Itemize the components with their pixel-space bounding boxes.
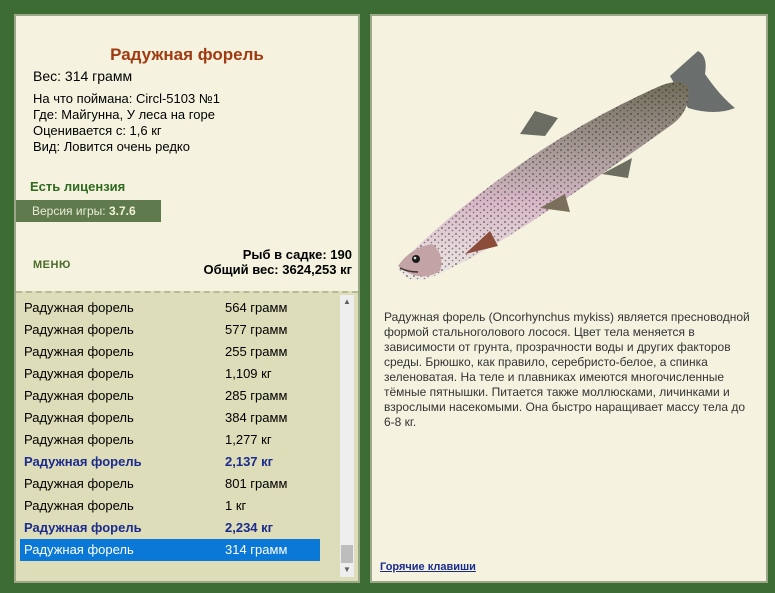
list-item[interactable]: Радужная форель 564 грамм (20, 297, 320, 319)
scroll-thumb[interactable] (341, 545, 353, 563)
list-item-weight: 1,277 кг (225, 432, 272, 447)
list-item-name: Радужная форель (24, 498, 134, 513)
list-item-name: Радужная форель (24, 476, 134, 491)
list-item-weight: 2,137 кг (225, 454, 274, 469)
list-item-weight: 801 грамм (225, 476, 288, 491)
list-item-weight: 564 грамм (225, 300, 288, 315)
total-weight: Общий вес: 3624,253 кг (203, 262, 352, 277)
list-item[interactable]: Радужная форель 2,234 кг (20, 517, 320, 539)
list-item-name: Радужная форель (24, 454, 142, 469)
hotkeys-link[interactable]: Горячие клавиши (380, 561, 476, 573)
list-item-weight: 577 грамм (225, 322, 288, 337)
fish-weight: Вес: 314 грамм (33, 68, 133, 84)
version-label: Версия игры: (32, 204, 106, 218)
fish-image (372, 16, 766, 299)
list-item-name: Радужная форель (24, 432, 134, 447)
list-item[interactable]: Радужная форель 384 грамм (20, 407, 320, 429)
list-item-weight: 384 грамм (225, 410, 288, 425)
list-item[interactable]: Радужная форель 285 грамм (20, 385, 320, 407)
version-number: 3.7.6 (108, 204, 136, 218)
fish-details-panel: Радужная форель (Oncorhynchus mykiss) яв… (370, 14, 768, 583)
list-item[interactable]: Радужная форель 2,137 кг (20, 451, 320, 473)
scroll-down-icon[interactable]: ▼ (340, 563, 354, 577)
caught-on: На что поймана: Circl-5103 №1 (33, 91, 221, 106)
list-item[interactable]: Радужная форель 801 грамм (20, 473, 320, 495)
list-item-weight: 2,234 кг (225, 520, 274, 535)
list-item-name: Радужная форель (24, 542, 134, 557)
license-status: Есть лицензия (30, 179, 126, 194)
list-item-name: Радужная форель (24, 410, 134, 425)
list-item-name: Радужная форель (24, 322, 134, 337)
list-item-name: Радужная форель (24, 366, 134, 381)
list-item[interactable]: Радужная форель 1,277 кг (20, 429, 320, 451)
list-item-weight: 255 грамм (225, 344, 288, 359)
list-item[interactable]: Радужная форель 577 грамм (20, 319, 320, 341)
rainbow-trout-icon (398, 51, 735, 281)
list-scrollbar[interactable]: ▲ ▼ (340, 295, 354, 577)
fish-count: Рыб в садке: 190 (242, 247, 352, 262)
list-item[interactable]: Радужная форель 255 грамм (20, 341, 320, 363)
fish-description: Радужная форель (Oncorhynchus mykiss) яв… (384, 310, 750, 429)
list-item-weight: 1 кг (225, 498, 247, 513)
catch-list[interactable]: Радужная форель 564 грамм Радужная форель 5… (16, 291, 358, 581)
catch-location: Где: Майгунна, У леса на горе (33, 107, 215, 122)
menu-button[interactable]: МЕНЮ (33, 259, 71, 271)
list-item-weight: 314 грамм (225, 542, 288, 557)
list-item-weight: 285 грамм (225, 388, 288, 403)
fish-value: Оценивается с: 1,6 кг (33, 123, 162, 138)
list-item[interactable]: Радужная форель 1,109 кг (20, 363, 320, 385)
list-item-name: Радужная форель (24, 344, 134, 359)
list-item-name: Радужная форель (24, 520, 142, 535)
list-item[interactable]: Радужная форель 1 кг (20, 495, 320, 517)
fish-title: Радужная форель (110, 45, 264, 64)
fish-info-panel: Радужная форель Вес: 314 грамм На что по… (14, 14, 360, 583)
version-badge: Версия игры: 3.7.6 (16, 200, 161, 222)
list-item-name: Радужная форель (24, 300, 134, 315)
list-item-name: Радужная форель (24, 388, 134, 403)
scroll-up-icon[interactable]: ▲ (340, 295, 354, 309)
fish-rarity: Вид: Ловится очень редко (33, 139, 190, 154)
list-item[interactable]: Радужная форель 314 грамм (20, 539, 320, 561)
list-item-weight: 1,109 кг (225, 366, 272, 381)
